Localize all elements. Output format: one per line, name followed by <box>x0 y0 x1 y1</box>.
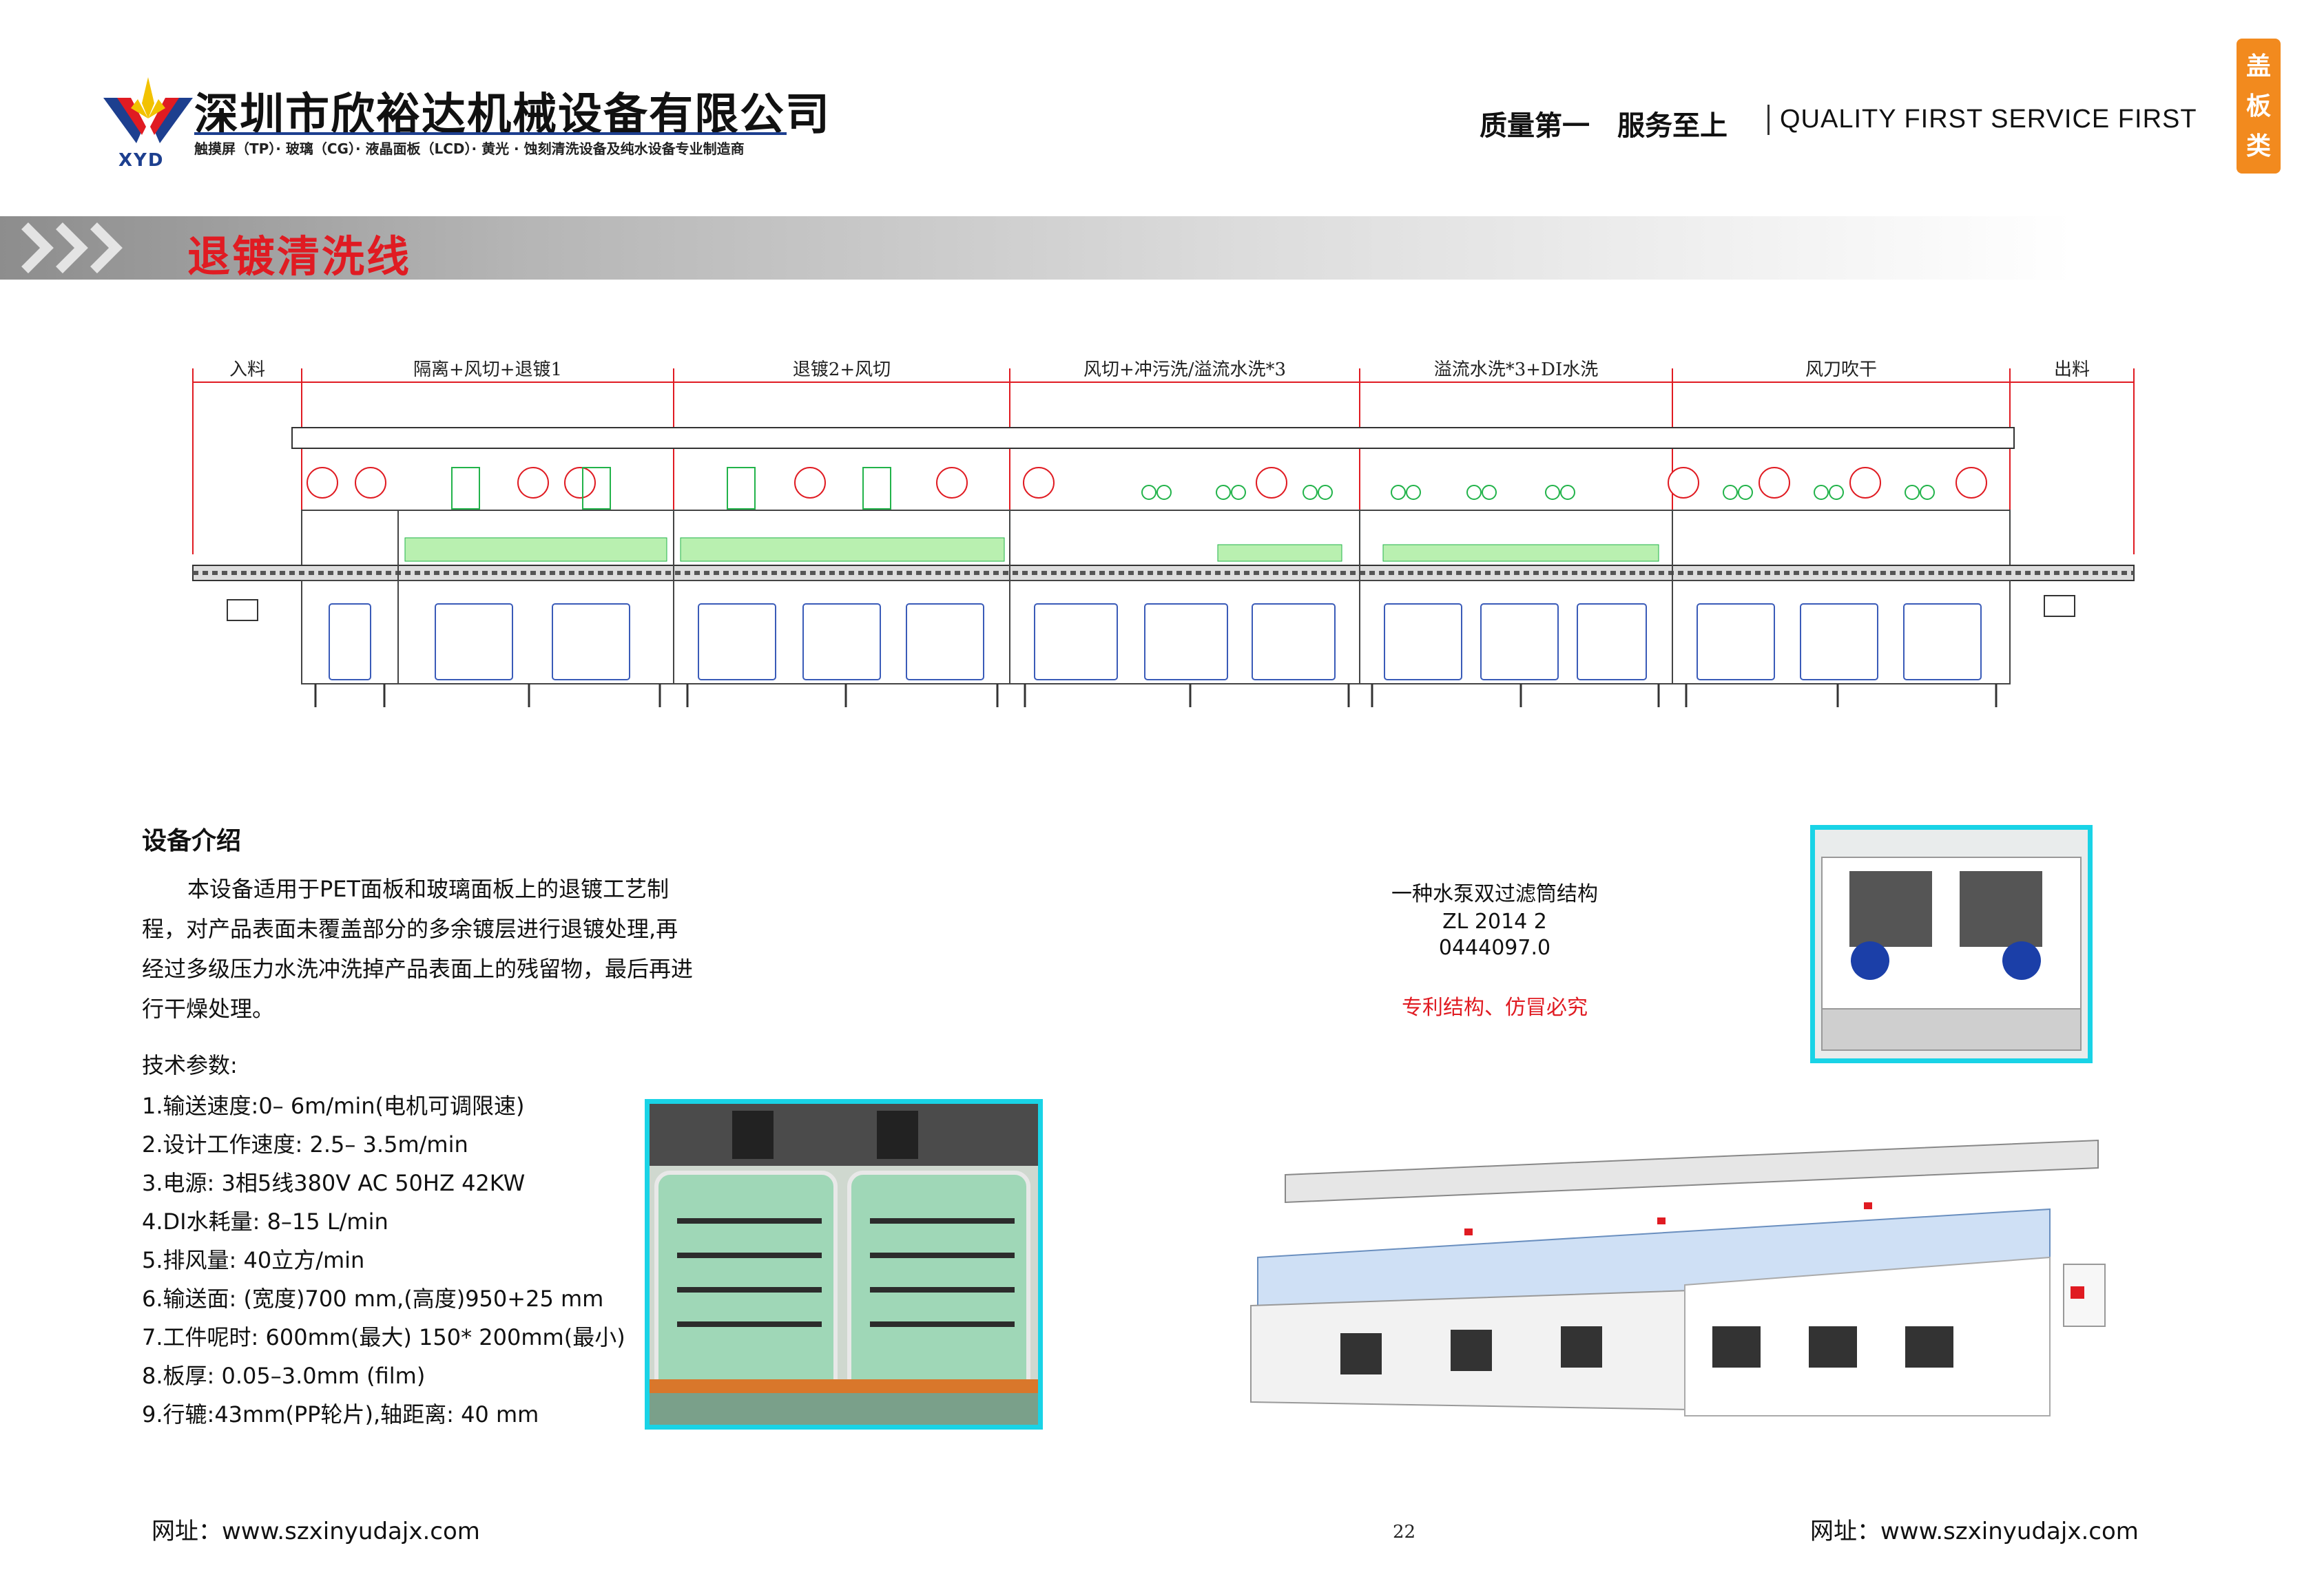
tech-params-title: 技术参数: <box>142 1052 238 1078</box>
page-number: 22 <box>1393 1522 1416 1543</box>
slogan-chinese: 质量第一 服务至上 <box>1480 110 1728 142</box>
logo-text: XYD <box>118 150 165 171</box>
tank-photo <box>645 1099 1043 1430</box>
section-label: 出料 <box>2054 359 2090 380</box>
slogan-divider <box>1767 105 1770 135</box>
category-tab-char: 类 <box>2245 132 2271 160</box>
section-label: 退镀2+风切 <box>793 359 891 380</box>
category-tab-char: 板 <box>2245 92 2271 121</box>
category-tab-char: 盖 <box>2245 52 2271 81</box>
param-item: 2.设计工作速度: 2.5– 3.5m/min <box>142 1131 468 1158</box>
param-item: 3.电源: 3相5线380V AC 50HZ 42KW <box>142 1170 526 1196</box>
slogan-english: QUALITY FIRST SERVICE FIRST <box>1780 105 2197 134</box>
param-item: 8.板厚: 0.05–3.0mm (film) <box>142 1363 426 1389</box>
param-item: 6.输送面: (宽度)700 mm,(高度)950+25 mm <box>142 1286 604 1312</box>
param-item: 9.行辘:43mm(PP轮片),轴距离: 40 mm <box>142 1401 539 1428</box>
website-link-right[interactable]: 网址：www.szxinyudajx.com <box>1810 1512 2139 1546</box>
tech-params-list: 1.输送速度:0– 6m/min(电机可调限速) 2.设计工作速度: 2.5– … <box>142 1087 625 1434</box>
param-item: 1.输送速度:0– 6m/min(电机可调限速) <box>142 1093 525 1119</box>
param-item: 5.排风量: 40立方/min <box>142 1247 365 1273</box>
section-label: 风切+冲污洗/溢流水洗*3 <box>1083 359 1286 380</box>
process-line-diagram: 入料 隔离+风切+退镀1 退镀2+风切 风切+冲污洗/溢流水洗*3 溢流水洗*3… <box>192 359 2135 707</box>
intro-heading: 设备介绍 <box>142 827 242 855</box>
section-label: 入料 <box>229 359 265 380</box>
section-label: 隔离+风切+退镀1 <box>413 359 562 380</box>
section-label: 溢流水洗*3+DI水洗 <box>1434 359 1598 380</box>
pump-filter-photo <box>1810 825 2093 1063</box>
param-item: 4.DI水耗量: 8–15 L/min <box>142 1209 388 1235</box>
intro-paragraph: 本设备适用于PET面板和玻璃面板上的退镀工艺制程，对产品表面未覆盖部分的多余镀层… <box>142 876 694 1022</box>
section-label: 风刀吹干 <box>1805 359 1877 380</box>
website-link-left[interactable]: 网址：www.szxinyudajx.com <box>152 1512 480 1546</box>
machine-photo <box>1250 1139 2106 1417</box>
category-tab[interactable]: 盖 板 类 <box>2237 39 2281 174</box>
company-logo <box>103 77 193 153</box>
chevron-arrows-icon <box>21 222 123 273</box>
patent-title: 一种水泵双过滤筒结构 <box>1391 882 1598 906</box>
company-underline <box>194 132 787 135</box>
company-subtitle: 触摸屏（TP）· 玻璃（CG）· 液晶面板（LCD）· 黄光 · 蚀刻清洗设备及… <box>194 140 745 157</box>
param-item: 7.工件呢时: 600mm(最大) 150* 200mm(最小) <box>142 1324 625 1350</box>
patent-number: ZL 2014 2 0444097.0 <box>1438 910 1551 960</box>
page-title: 退镀清洗线 <box>187 231 412 282</box>
patent-warning: 专利结构、仿冒必究 <box>1402 996 1588 1020</box>
